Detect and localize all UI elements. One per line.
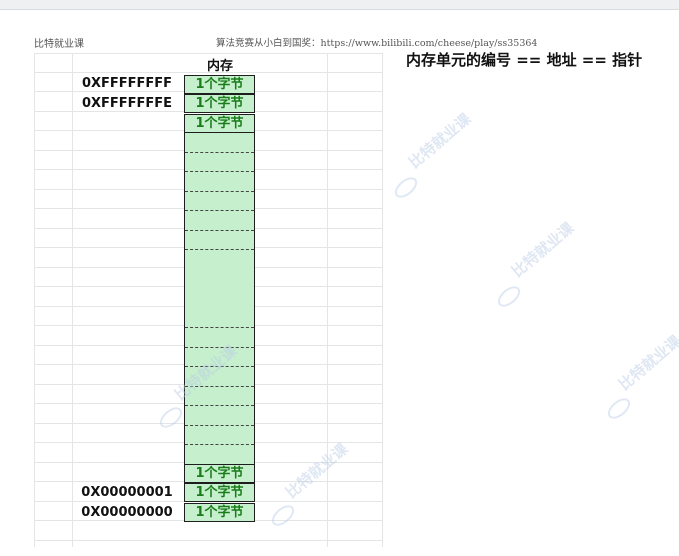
byte-divider bbox=[185, 327, 254, 328]
grid-col-line bbox=[382, 53, 383, 547]
byte-divider bbox=[185, 405, 254, 406]
memory-byte-cell: 1个字节 bbox=[184, 464, 255, 483]
memory-byte-cell: 1个字节 bbox=[184, 503, 255, 522]
address-label: 0X00000001 bbox=[81, 485, 173, 500]
memory-byte-cell: 1个字节 bbox=[184, 114, 255, 133]
byte-divider bbox=[185, 191, 254, 192]
memory-byte-cell: 1个字节 bbox=[184, 483, 255, 502]
brand-label: 比特就业课 bbox=[34, 39, 84, 50]
grid-row-line bbox=[34, 53, 382, 54]
byte-divider bbox=[185, 210, 254, 211]
address-label: 0X00000000 bbox=[81, 505, 173, 520]
byte-divider bbox=[185, 152, 254, 153]
address-label: 0XFFFFFFFF bbox=[81, 76, 173, 91]
spreadsheet-grid bbox=[0, 9, 679, 556]
memory-block-middle bbox=[184, 133, 255, 465]
address-label: 0XFFFFFFFE bbox=[81, 96, 173, 111]
grid-row-line bbox=[34, 540, 382, 541]
grid-col-line bbox=[72, 53, 73, 547]
memory-column-title: 内存 bbox=[206, 59, 233, 74]
memory-byte-cell: 1个字节 bbox=[184, 75, 255, 94]
byte-divider bbox=[185, 171, 254, 172]
byte-divider bbox=[185, 230, 254, 231]
memory-byte-cell: 1个字节 bbox=[184, 94, 255, 113]
byte-divider bbox=[185, 249, 254, 250]
byte-divider bbox=[185, 425, 254, 426]
byte-divider bbox=[185, 444, 254, 445]
course-link-text: 算法竞赛从小白到国奖：https://www.bilibili.com/chee… bbox=[216, 38, 538, 49]
grid-col-line bbox=[34, 53, 35, 547]
page-title: 内存单元的编号 == 地址 == 指针 bbox=[406, 51, 643, 69]
